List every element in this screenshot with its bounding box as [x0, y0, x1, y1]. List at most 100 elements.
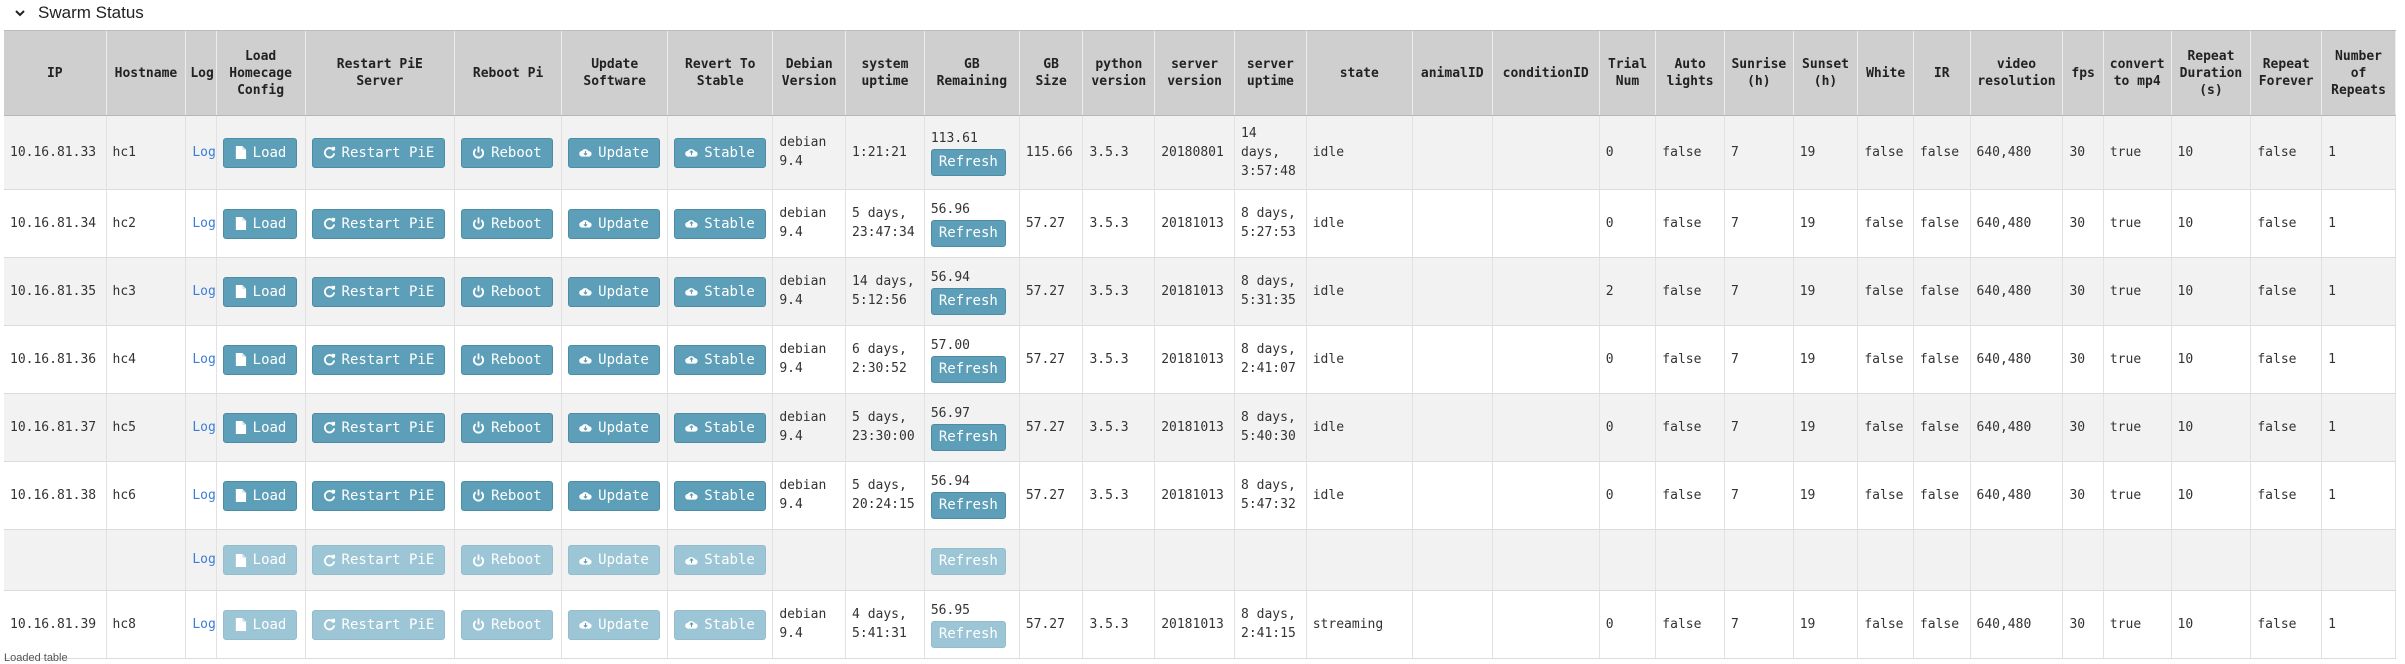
- update-button[interactable]: Update: [568, 545, 660, 575]
- video-resolution-value: 640,480: [1976, 487, 2032, 503]
- convert-to-mp4-value-cell: true: [2103, 257, 2172, 326]
- restart-button[interactable]: Restart PiE: [311, 412, 446, 443]
- log-link[interactable]: Log: [192, 284, 215, 299]
- reboot-button[interactable]: Reboot: [461, 344, 553, 375]
- log-link[interactable]: Log: [192, 216, 215, 231]
- refresh-button[interactable]: Refresh: [930, 620, 1006, 648]
- load-button-label: Load: [252, 616, 287, 633]
- restart-button[interactable]: Restart PiE: [311, 137, 446, 168]
- reboot-button[interactable]: Reboot: [461, 412, 553, 443]
- restart-button[interactable]: Restart PiE: [311, 344, 446, 375]
- stable-button[interactable]: Stable: [674, 412, 766, 443]
- trial-num-value-cell: 0: [1599, 189, 1657, 258]
- animal-id-value-cell: [1412, 393, 1493, 462]
- server-version-value-cell: 20181013: [1154, 189, 1235, 258]
- chevron-down-icon[interactable]: [10, 3, 30, 23]
- refresh-button[interactable]: Refresh: [930, 287, 1006, 315]
- load-button[interactable]: Load: [222, 609, 298, 640]
- repeat-forever-value-cell: false: [2250, 325, 2323, 394]
- gb-size-value-cell: 57.27: [1019, 393, 1084, 462]
- fps-value-cell: 30: [2062, 257, 2104, 326]
- restart-button[interactable]: Restart PiE: [311, 480, 446, 511]
- file-icon: [234, 217, 247, 230]
- reboot-cell: Reboot: [454, 115, 563, 190]
- stable-button[interactable]: Stable: [674, 276, 766, 307]
- log-link[interactable]: Log: [192, 420, 215, 435]
- python-version-value: 3.5.3: [1089, 616, 1129, 632]
- cloud-upload-icon: [685, 146, 698, 159]
- repeat-duration-value-cell: 10: [2171, 393, 2252, 462]
- restart-button-label: Restart PiE: [341, 487, 435, 504]
- sunset-value: 19: [1799, 283, 1816, 299]
- video-resolution-value-cell: 640,480: [1970, 461, 2064, 530]
- load-button[interactable]: Load: [222, 276, 298, 307]
- log-link[interactable]: Log: [192, 552, 215, 567]
- system-uptime-value: 5 days, 23:30:00: [852, 410, 915, 444]
- refresh-button[interactable]: Refresh: [930, 423, 1006, 451]
- restart-button[interactable]: Restart PiE: [311, 545, 446, 575]
- load-button[interactable]: Load: [222, 344, 298, 375]
- trial-num-value-cell: 0: [1599, 393, 1657, 462]
- table-row: 10.16.81.37 hc5 Log Load Restart PiE Reboot Up…: [4, 393, 2396, 462]
- convert-to-mp4-value-cell: true: [2103, 325, 2172, 394]
- stable-button[interactable]: Stable: [674, 609, 766, 640]
- ip-value: 10.16.81.36: [10, 351, 97, 367]
- cloud-download-icon: [579, 353, 592, 366]
- update-button[interactable]: Update: [568, 208, 660, 239]
- stable-button[interactable]: Stable: [674, 545, 766, 575]
- stable-button[interactable]: Stable: [674, 137, 766, 168]
- reboot-button[interactable]: Reboot: [461, 545, 553, 575]
- load-button[interactable]: Load: [222, 545, 298, 575]
- update-cell: Update: [561, 325, 669, 394]
- stable-button[interactable]: Stable: [674, 344, 766, 375]
- restart-button[interactable]: Restart PiE: [311, 276, 446, 307]
- load-button[interactable]: Load: [222, 412, 298, 443]
- load-button[interactable]: Load: [222, 208, 298, 239]
- load-button[interactable]: Load: [222, 480, 298, 511]
- reboot-button[interactable]: Reboot: [461, 276, 553, 307]
- load-button[interactable]: Load: [222, 137, 298, 168]
- auto-lights-value-cell: false: [1655, 189, 1725, 258]
- fps-value-cell: 30: [2062, 590, 2104, 659]
- stable-cell: Stable: [667, 590, 774, 659]
- stable-button[interactable]: Stable: [674, 208, 766, 239]
- update-button[interactable]: Update: [568, 412, 660, 443]
- log-link[interactable]: Log: [192, 352, 215, 367]
- update-button[interactable]: Update: [568, 137, 660, 168]
- reboot-button[interactable]: Reboot: [461, 208, 553, 239]
- cloud-download-icon: [579, 618, 592, 631]
- update-button[interactable]: Update: [568, 480, 660, 511]
- log-link[interactable]: Log: [192, 145, 215, 160]
- cloud-upload-icon: [685, 618, 698, 631]
- sunrise-value-cell: 7: [1724, 590, 1794, 659]
- video-resolution-value: 640,480: [1976, 144, 2032, 160]
- sunrise-value: 7: [1731, 351, 1739, 367]
- debian-version-value-cell: debian 9.4: [772, 461, 847, 530]
- reboot-button[interactable]: Reboot: [461, 609, 553, 640]
- refresh-button[interactable]: Refresh: [930, 219, 1006, 247]
- reboot-button[interactable]: Reboot: [461, 480, 553, 511]
- column-header-python-version: python version: [1082, 31, 1156, 116]
- video-resolution-value-cell: 640,480: [1970, 393, 2064, 462]
- reboot-button[interactable]: Reboot: [461, 137, 553, 168]
- refresh-button[interactable]: Refresh: [930, 148, 1006, 176]
- stable-button[interactable]: Stable: [674, 480, 766, 511]
- restart-button[interactable]: Restart PiE: [311, 208, 446, 239]
- refresh-button[interactable]: Refresh: [930, 355, 1006, 383]
- gb-remaining-cell: 56.96 Refresh: [924, 189, 1020, 258]
- update-button[interactable]: Update: [568, 609, 660, 640]
- hostname-value-cell: hc4: [106, 325, 187, 394]
- update-button[interactable]: Update: [568, 344, 660, 375]
- refresh-button[interactable]: Refresh: [930, 491, 1006, 519]
- gb-size-value-cell: 57.27: [1019, 257, 1084, 326]
- update-button[interactable]: Update: [568, 276, 660, 307]
- power-icon: [472, 353, 485, 366]
- refresh-button[interactable]: Refresh: [930, 547, 1006, 575]
- log-link[interactable]: Log: [192, 488, 215, 503]
- trial-num-value-cell: [1599, 529, 1657, 591]
- stable-button-label: Stable: [704, 419, 755, 436]
- ip-value-cell: 10.16.81.39: [4, 590, 107, 659]
- python-version-value-cell: 3.5.3: [1082, 257, 1156, 326]
- restart-button[interactable]: Restart PiE: [311, 609, 446, 640]
- log-link[interactable]: Log: [192, 617, 215, 632]
